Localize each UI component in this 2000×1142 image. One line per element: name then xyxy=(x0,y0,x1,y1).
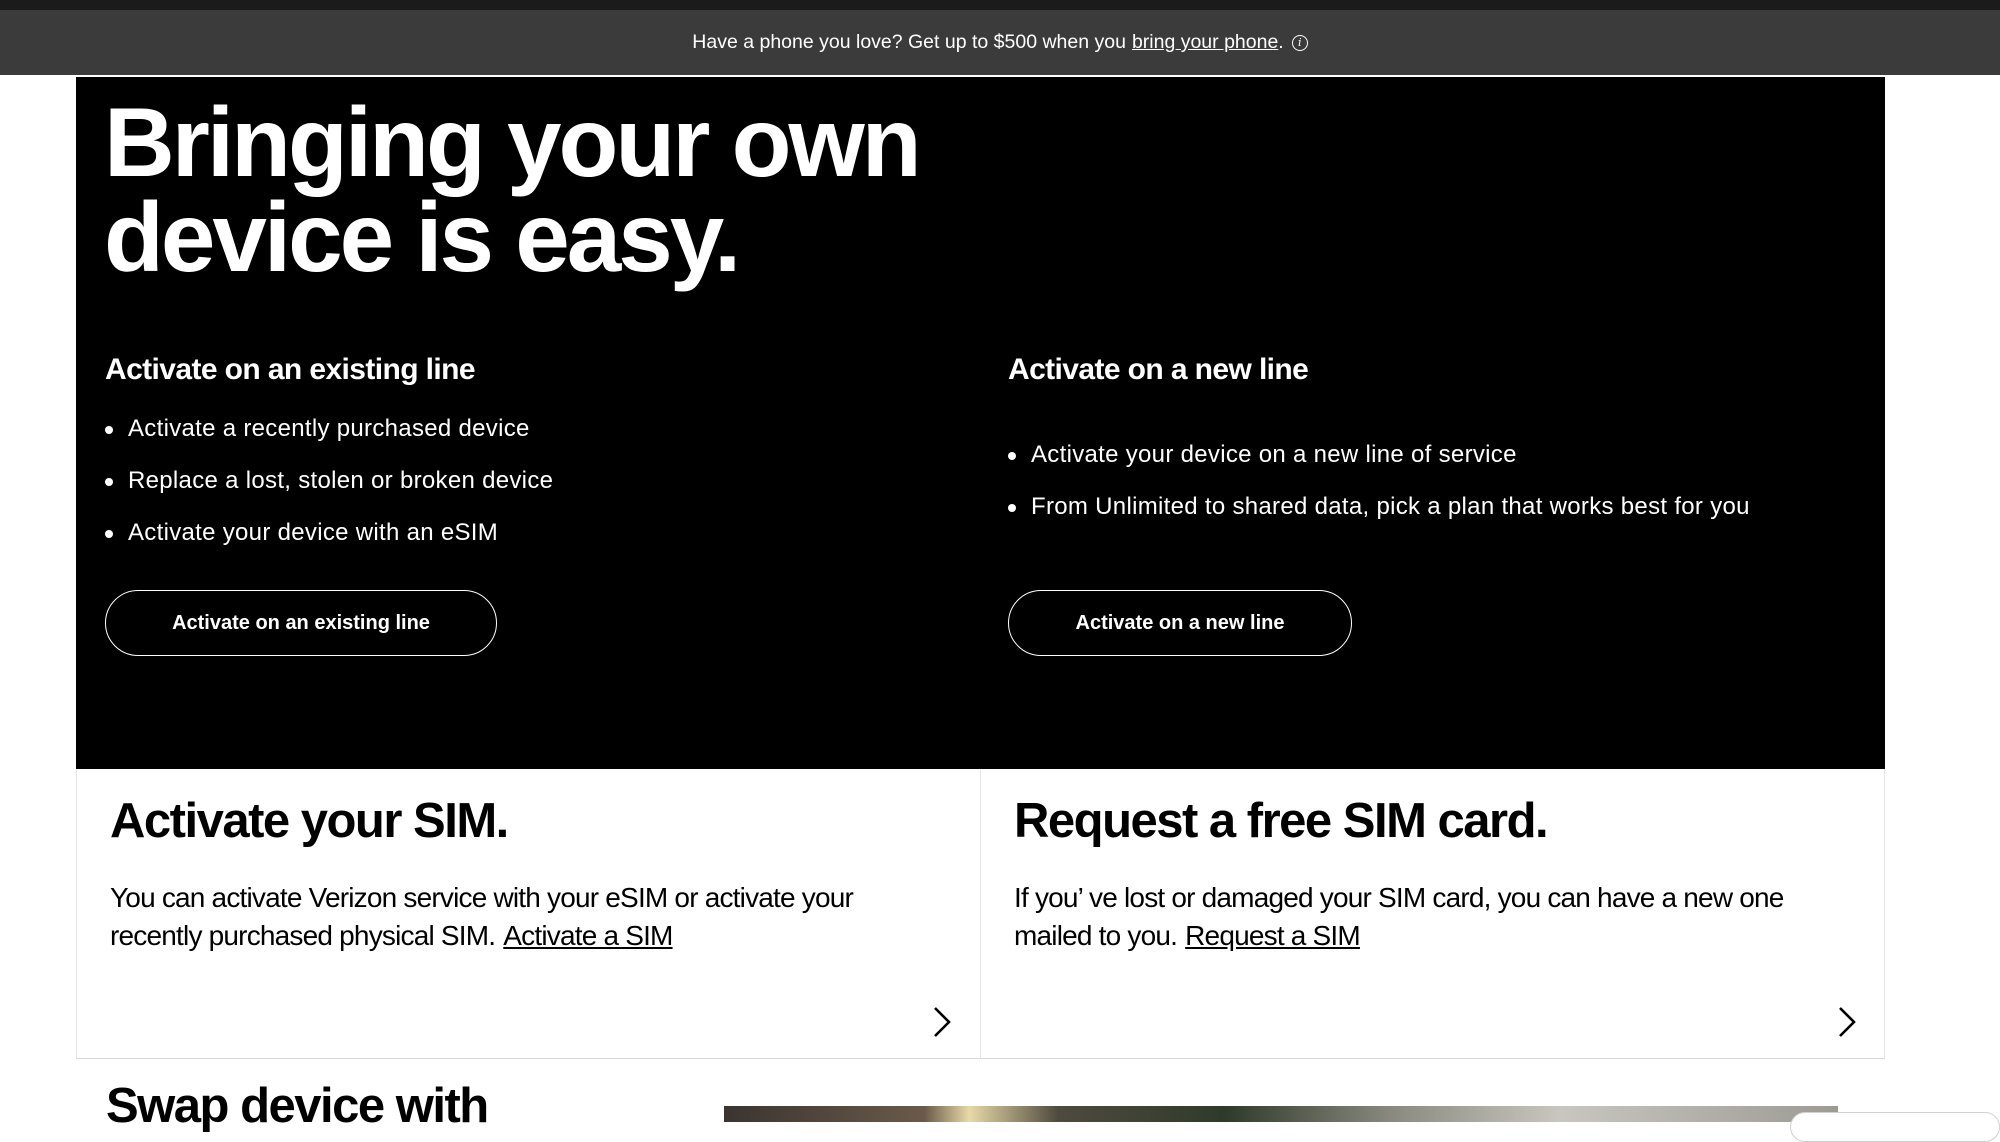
activate-sim-link[interactable]: Activate a SIM xyxy=(503,920,673,951)
promo-text: Have a phone you love? Get up to $500 wh… xyxy=(692,31,1126,53)
bring-your-phone-link[interactable]: bring your phone xyxy=(1132,31,1278,54)
activate-sim-card[interactable]: Activate your SIM. You can activate Veri… xyxy=(77,769,981,1059)
list-item: Replace a lost, stolen or broken device xyxy=(105,455,925,507)
new-line-column: Activate on a new line Activate your dev… xyxy=(1008,353,1828,533)
existing-line-column: Activate on an existing line Activate a … xyxy=(105,353,925,559)
new-line-list: Activate your device on a new line of se… xyxy=(1008,429,1828,533)
request-sim-title: Request a free SIM card. xyxy=(1014,794,1549,848)
sim-cards: Activate your SIM. You can activate Veri… xyxy=(76,769,1885,1059)
hero-title: Bringing your own device is easy. xyxy=(104,87,922,292)
promo-suffix: . xyxy=(1278,31,1284,53)
list-item: Activate a recently purchased device xyxy=(105,403,925,455)
swap-device-title: Swap device with xyxy=(106,1079,489,1133)
activate-sim-body: You can activate Verizon service with yo… xyxy=(110,879,930,955)
chat-bubble[interactable] xyxy=(1790,1112,2000,1142)
top-strip xyxy=(0,0,2000,10)
activate-sim-text: You can activate Verizon service with yo… xyxy=(110,882,854,951)
existing-line-list: Activate a recently purchased device Rep… xyxy=(105,403,925,559)
request-sim-link[interactable]: Request a SIM xyxy=(1185,920,1361,951)
request-sim-body: If you’ ve lost or damaged your SIM card… xyxy=(1014,879,1834,955)
hero-section: Bringing your own device is easy. Activa… xyxy=(76,77,1885,769)
request-sim-card[interactable]: Request a free SIM card. If you’ ve lost… xyxy=(981,769,1885,1059)
new-line-heading: Activate on a new line xyxy=(1008,353,1309,386)
list-item: Activate your device with an eSIM xyxy=(105,507,925,559)
promo-banner: Have a phone you love? Get up to $500 wh… xyxy=(0,10,2000,75)
list-item: From Unlimited to shared data, pick a pl… xyxy=(1008,481,1828,533)
swap-device-image xyxy=(724,1106,1838,1122)
info-icon[interactable]: i xyxy=(1291,34,1308,51)
activate-sim-title: Activate your SIM. xyxy=(110,794,509,848)
chevron-right-icon[interactable] xyxy=(924,1005,958,1039)
activate-existing-line-button[interactable]: Activate on an existing line xyxy=(105,590,497,656)
existing-line-heading: Activate on an existing line xyxy=(105,353,476,386)
activate-new-line-button[interactable]: Activate on a new line xyxy=(1008,590,1352,656)
request-sim-text: If you’ ve lost or damaged your SIM card… xyxy=(1014,882,1784,951)
chevron-right-icon[interactable] xyxy=(1829,1005,1863,1039)
list-item: Activate your device on a new line of se… xyxy=(1008,429,1828,481)
